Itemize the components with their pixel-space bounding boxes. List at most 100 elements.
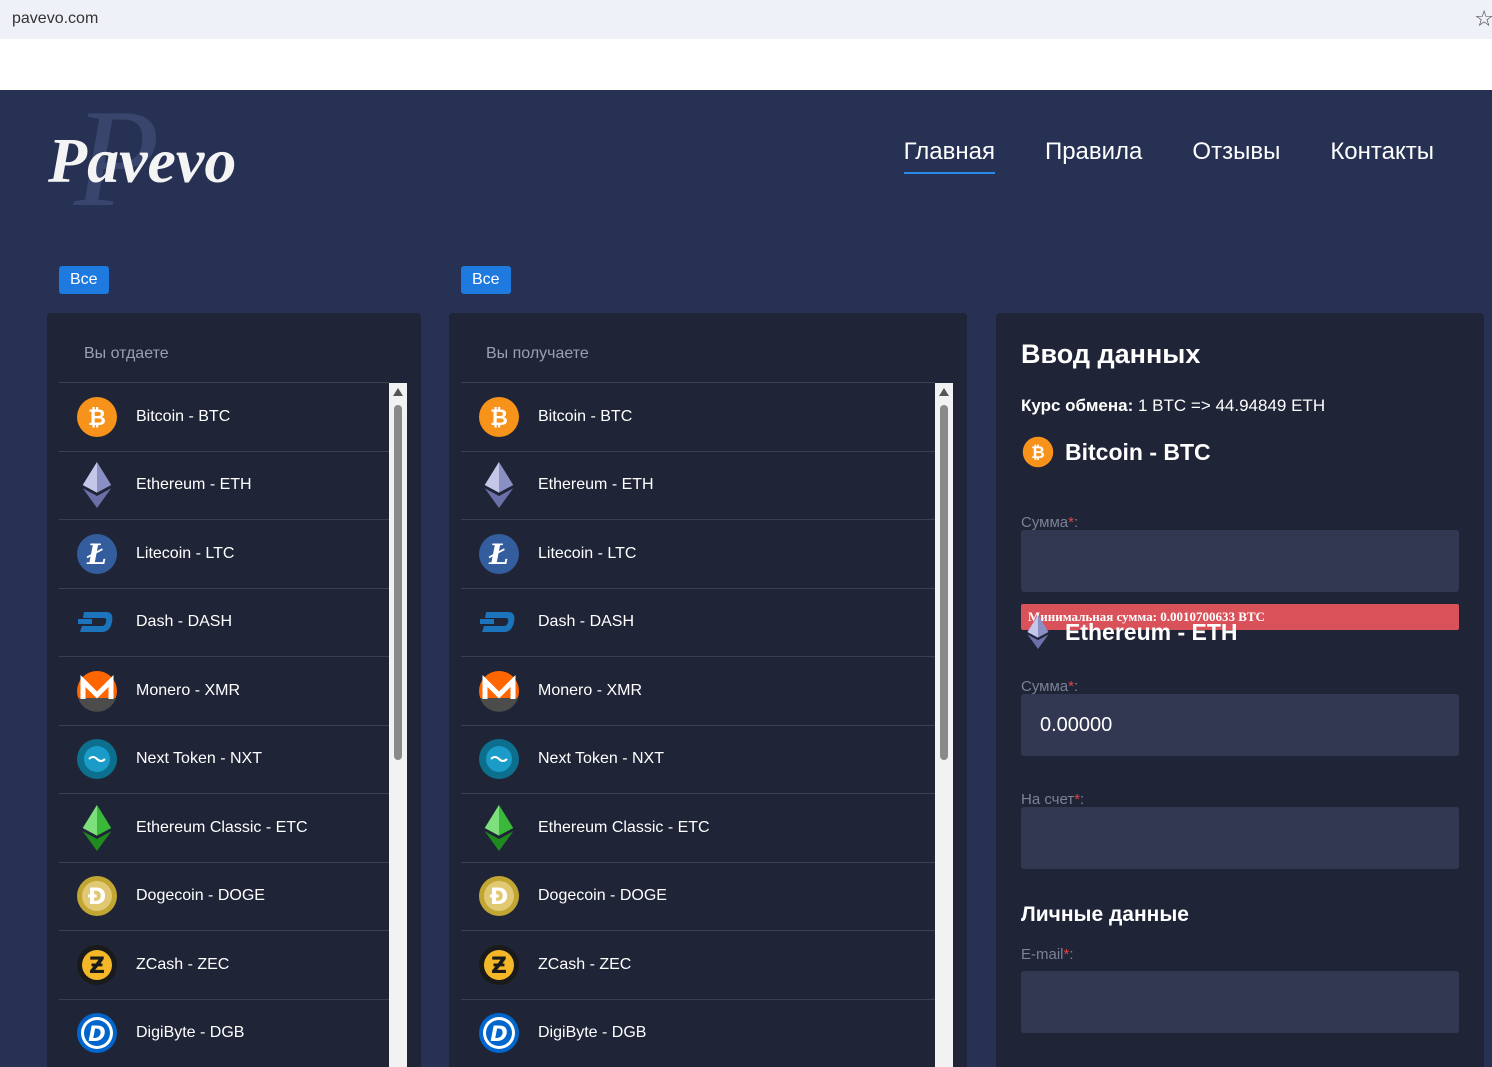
ethereum-classic-icon (478, 804, 520, 851)
get-amount-input[interactable]: 0.00000 (1021, 694, 1459, 756)
nav-home[interactable]: Главная (903, 138, 995, 174)
give-panel: Вы отдаете ₿ Bitcoin - BTC Ethereum - ETH Ł… (47, 313, 421, 1067)
get-coin-item[interactable]: Ł Litecoin - LTC (461, 519, 935, 588)
nav-rules[interactable]: Правила (1045, 138, 1142, 174)
get-coin-item[interactable]: ₿ Bitcoin - BTC (461, 382, 935, 451)
coin-label: DigiByte - DGB (136, 1024, 245, 1042)
bitcoin-icon: ₿ (478, 396, 520, 438)
nxt-icon (76, 738, 118, 780)
coin-label: Litecoin - LTC (136, 544, 235, 562)
coin-label: Ethereum - ETH (136, 476, 252, 494)
ethereum-classic-icon (76, 804, 118, 851)
dogecoin-icon: Ð (478, 875, 520, 917)
get-panel-title: Вы получаете (486, 345, 589, 362)
give-amount-label: Сумма*: (1021, 514, 1079, 531)
get-coin-item[interactable]: Next Token - NXT (461, 724, 935, 794)
give-coin-item[interactable]: Ł Litecoin - LTC (59, 519, 389, 588)
get-coin-item[interactable]: Ethereum - ETH (461, 450, 935, 520)
coin-label: Monero - XMR (136, 681, 241, 699)
account-label: На счет*: (1021, 791, 1085, 808)
nxt-icon (478, 738, 520, 780)
nav-contacts[interactable]: Контакты (1330, 138, 1434, 174)
get-panel: Вы получаете ₿ Bitcoin - BTC Ethereum - ET… (449, 313, 967, 1067)
get-list-scrollbar[interactable] (935, 383, 953, 1067)
rate-value: 1 BTC => 44.94849 ETH (1137, 396, 1326, 415)
dash-icon (478, 601, 520, 643)
monero-icon (76, 670, 118, 712)
bookmark-star-icon[interactable]: ☆ (1474, 6, 1492, 32)
get-coin-item[interactable]: Dash - DASH (461, 587, 935, 657)
get-filter-all-button[interactable]: Все (461, 266, 511, 294)
svg-text:Ð: Ð (490, 885, 508, 910)
give-coin-item[interactable]: Dash - DASH (59, 587, 389, 657)
exchange-rate: Курс обмена: 1 BTC => 44.94849 ETH (1021, 396, 1325, 416)
exchange-form-panel: Ввод данных Курс обмена: 1 BTC => 44.948… (996, 313, 1484, 1067)
coin-label: Litecoin - LTC (538, 544, 637, 562)
url-text[interactable]: pavevo.com (12, 10, 98, 28)
give-coin-item[interactable]: Monero - XMR (59, 656, 389, 725)
bitcoin-icon: ₿ (76, 396, 118, 438)
scroll-up-arrow-icon[interactable] (939, 388, 949, 396)
get-amount-label: Сумма*: (1021, 678, 1079, 695)
give-coin-name: Bitcoin - BTC (1065, 438, 1211, 465)
get-coin-item[interactable]: Monero - XMR (461, 656, 935, 725)
give-filter-all-button[interactable]: Все (59, 266, 109, 294)
pavevo-logo[interactable]: P Pavevo (46, 90, 286, 220)
get-coin-item[interactable]: D DigiByte - DGB (461, 998, 935, 1067)
coin-label: Dogecoin - DOGE (538, 887, 667, 905)
scroll-thumb[interactable] (394, 405, 402, 760)
give-coin-item[interactable]: Ethereum Classic - ETC (59, 793, 389, 862)
browser-address-bar: pavevo.com ☆ (0, 0, 1492, 39)
browser-toolbar-strip (0, 39, 1492, 90)
dogecoin-icon: Ð (76, 875, 118, 917)
svg-text:Pavevo: Pavevo (47, 125, 236, 196)
get-coin-list: ₿ Bitcoin - BTC Ethereum - ETH Ł Litecoin - … (461, 382, 935, 1067)
svg-text:₿: ₿ (490, 406, 508, 431)
give-coin-heading: ₿ Bitcoin - BTC (1021, 435, 1211, 469)
scroll-up-arrow-icon[interactable] (393, 388, 403, 396)
give-coin-item[interactable]: Ƶ ZCash - ZEC (59, 930, 389, 999)
site: P Pavevo Главная Правила Отзывы Контакты… (0, 90, 1492, 1067)
email-input[interactable] (1021, 971, 1459, 1033)
digibyte-icon: D (76, 1012, 118, 1054)
give-coin-item[interactable]: Ð Dogecoin - DOGE (59, 861, 389, 931)
svg-text:D: D (88, 1022, 105, 1046)
get-coin-heading: Ethereum - ETH (1021, 615, 1238, 649)
nav-reviews[interactable]: Отзывы (1192, 138, 1280, 174)
give-coin-item[interactable]: Next Token - NXT (59, 724, 389, 794)
get-coin-item[interactable]: Ð Dogecoin - DOGE (461, 861, 935, 931)
svg-text:D: D (490, 1022, 507, 1046)
coin-label: ZCash - ZEC (538, 955, 632, 973)
account-input[interactable] (1021, 807, 1459, 869)
give-amount-input[interactable] (1021, 530, 1459, 592)
personal-data-title: Личные данные (1021, 903, 1189, 926)
coin-label: Bitcoin - BTC (136, 407, 231, 425)
svg-text:Ð: Ð (88, 885, 106, 910)
svg-text:Ƶ: Ƶ (491, 954, 507, 979)
get-coin-item[interactable]: Ethereum Classic - ETC (461, 793, 935, 862)
svg-text:Ł: Ł (488, 538, 509, 571)
give-coin-list: ₿ Bitcoin - BTC Ethereum - ETH Ł Litecoin - … (59, 382, 389, 1067)
dash-icon (76, 601, 118, 643)
coin-label: Next Token - NXT (538, 750, 664, 768)
coin-label: Next Token - NXT (136, 750, 262, 768)
svg-text:Ƶ: Ƶ (89, 954, 105, 979)
svg-text:Ł: Ł (86, 538, 107, 571)
get-coin-item[interactable]: Ƶ ZCash - ZEC (461, 930, 935, 999)
ethereum-icon (478, 462, 520, 509)
coin-label: DigiByte - DGB (538, 1024, 647, 1042)
coin-label: Dash - DASH (136, 613, 233, 631)
svg-text:₿: ₿ (1031, 442, 1045, 462)
scroll-thumb[interactable] (940, 405, 948, 760)
give-coin-item[interactable]: Ethereum - ETH (59, 450, 389, 520)
give-coin-item[interactable]: ₿ Bitcoin - BTC (59, 382, 389, 451)
digibyte-icon: D (478, 1012, 520, 1054)
coin-label: Dash - DASH (538, 613, 635, 631)
zcash-icon: Ƶ (478, 944, 520, 986)
bitcoin-icon: ₿ (1021, 435, 1055, 469)
zcash-icon: Ƶ (76, 944, 118, 986)
coin-label: Monero - XMR (538, 681, 643, 699)
give-coin-item[interactable]: D DigiByte - DGB (59, 998, 389, 1067)
give-list-scrollbar[interactable] (389, 383, 407, 1067)
coin-label: ZCash - ZEC (136, 955, 230, 973)
